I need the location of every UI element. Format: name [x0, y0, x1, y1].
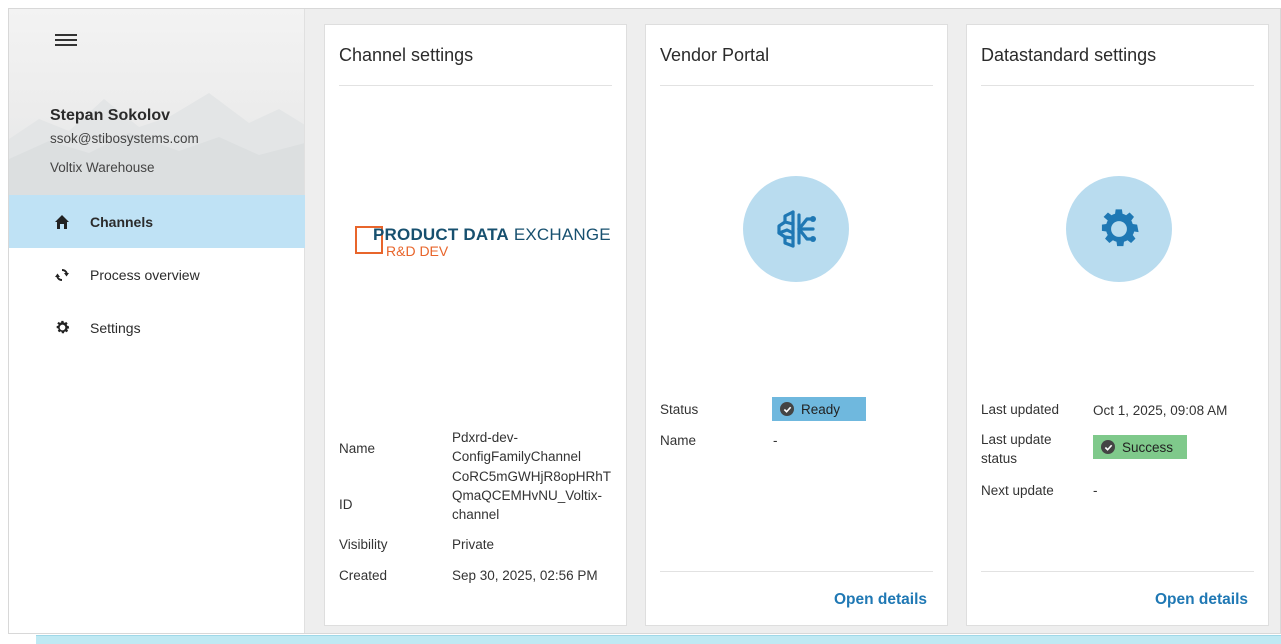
- nav-item-settings[interactable]: Settings: [9, 301, 305, 354]
- check-circle-icon: [1101, 440, 1115, 454]
- gear-icon: [1101, 209, 1139, 247]
- visibility-value: Private: [452, 537, 495, 552]
- last-updated-label: Last updated: [981, 402, 1060, 417]
- status-badge: Ready: [772, 397, 866, 421]
- logo-text-light: EXCHANGE: [513, 225, 611, 244]
- vendor-portal-icon-circle: [743, 176, 849, 282]
- ai-brain-icon: [777, 210, 816, 248]
- user-email: ssok@stibosystems.com: [50, 131, 199, 146]
- open-details-link[interactable]: Open details: [1155, 591, 1248, 609]
- name-label: Name: [339, 441, 376, 456]
- created-value: Sep 30, 2025, 02:56 PM: [452, 568, 598, 583]
- sidebar-header: Stepan Sokolov ssok@stibosystems.com Vol…: [9, 9, 304, 195]
- card-title: Datastandard settings: [981, 45, 1157, 65]
- nav-item-process-overview[interactable]: Process overview: [9, 248, 305, 301]
- channel-settings-card: Channel settings PRODUCT DATA EXCHANGE R…: [324, 24, 627, 626]
- name-value: Pdxrd-dev- ConfigFamilyChannel: [452, 430, 582, 464]
- id-label: ID: [339, 497, 353, 512]
- open-details-link[interactable]: Open details: [834, 591, 927, 609]
- bottom-highlight-bar: [36, 635, 1281, 644]
- datastandard-settings-card: Datastandard settings Last updated Oct 1…: [966, 24, 1269, 626]
- card-title: Channel settings: [339, 45, 474, 65]
- check-circle-icon: [780, 402, 794, 416]
- update-status-badge: Success: [1093, 435, 1187, 459]
- name-value: -: [773, 433, 778, 448]
- last-update-status-label: Last update status: [981, 432, 1052, 466]
- status-badge-label: Ready: [801, 401, 841, 417]
- user-name: Stepan Sokolov: [50, 107, 171, 124]
- visibility-label: Visibility: [339, 537, 388, 552]
- product-data-exchange-logo: PRODUCT DATA EXCHANGE R&D DEV: [355, 221, 611, 261]
- divider: [981, 571, 1254, 572]
- nav-label: Channels: [90, 213, 154, 230]
- status-label: Status: [660, 402, 699, 417]
- app-frame: Stepan Sokolov ssok@stibosystems.com Vol…: [8, 8, 1281, 634]
- divider: [660, 85, 933, 86]
- logo-subtitle: R&D DEV: [386, 243, 449, 259]
- organization-name: Voltix Warehouse: [50, 160, 155, 175]
- created-label: Created: [339, 568, 388, 583]
- sync-icon: [53, 266, 71, 284]
- logo-text-bold: PRODUCT DATA: [373, 225, 509, 244]
- divider: [660, 571, 933, 572]
- card-title: Vendor Portal: [660, 45, 770, 65]
- next-update-value: -: [1093, 483, 1098, 498]
- vendor-portal-card: Vendor Portal Status Ready Name - Open d…: [645, 24, 948, 626]
- gear-icon: [53, 319, 71, 337]
- home-icon: [53, 213, 71, 231]
- update-status-badge-label: Success: [1122, 439, 1174, 455]
- next-update-label: Next update: [981, 483, 1054, 498]
- name-label: Name: [660, 433, 697, 448]
- divider: [981, 85, 1254, 86]
- datastandard-icon-circle: [1066, 176, 1172, 282]
- nav-label: Process overview: [90, 266, 200, 283]
- id-value: CoRC5mGWHjR8opHRhT QmaQCEMHvNU_Voltix- c…: [452, 469, 612, 522]
- nav-label: Settings: [90, 319, 141, 336]
- last-updated-value: Oct 1, 2025, 09:08 AM: [1093, 403, 1228, 418]
- sidebar: Stepan Sokolov ssok@stibosystems.com Vol…: [9, 9, 305, 633]
- nav-item-channels[interactable]: Channels: [9, 195, 305, 248]
- divider: [339, 85, 612, 86]
- hamburger-menu-icon[interactable]: [55, 31, 77, 49]
